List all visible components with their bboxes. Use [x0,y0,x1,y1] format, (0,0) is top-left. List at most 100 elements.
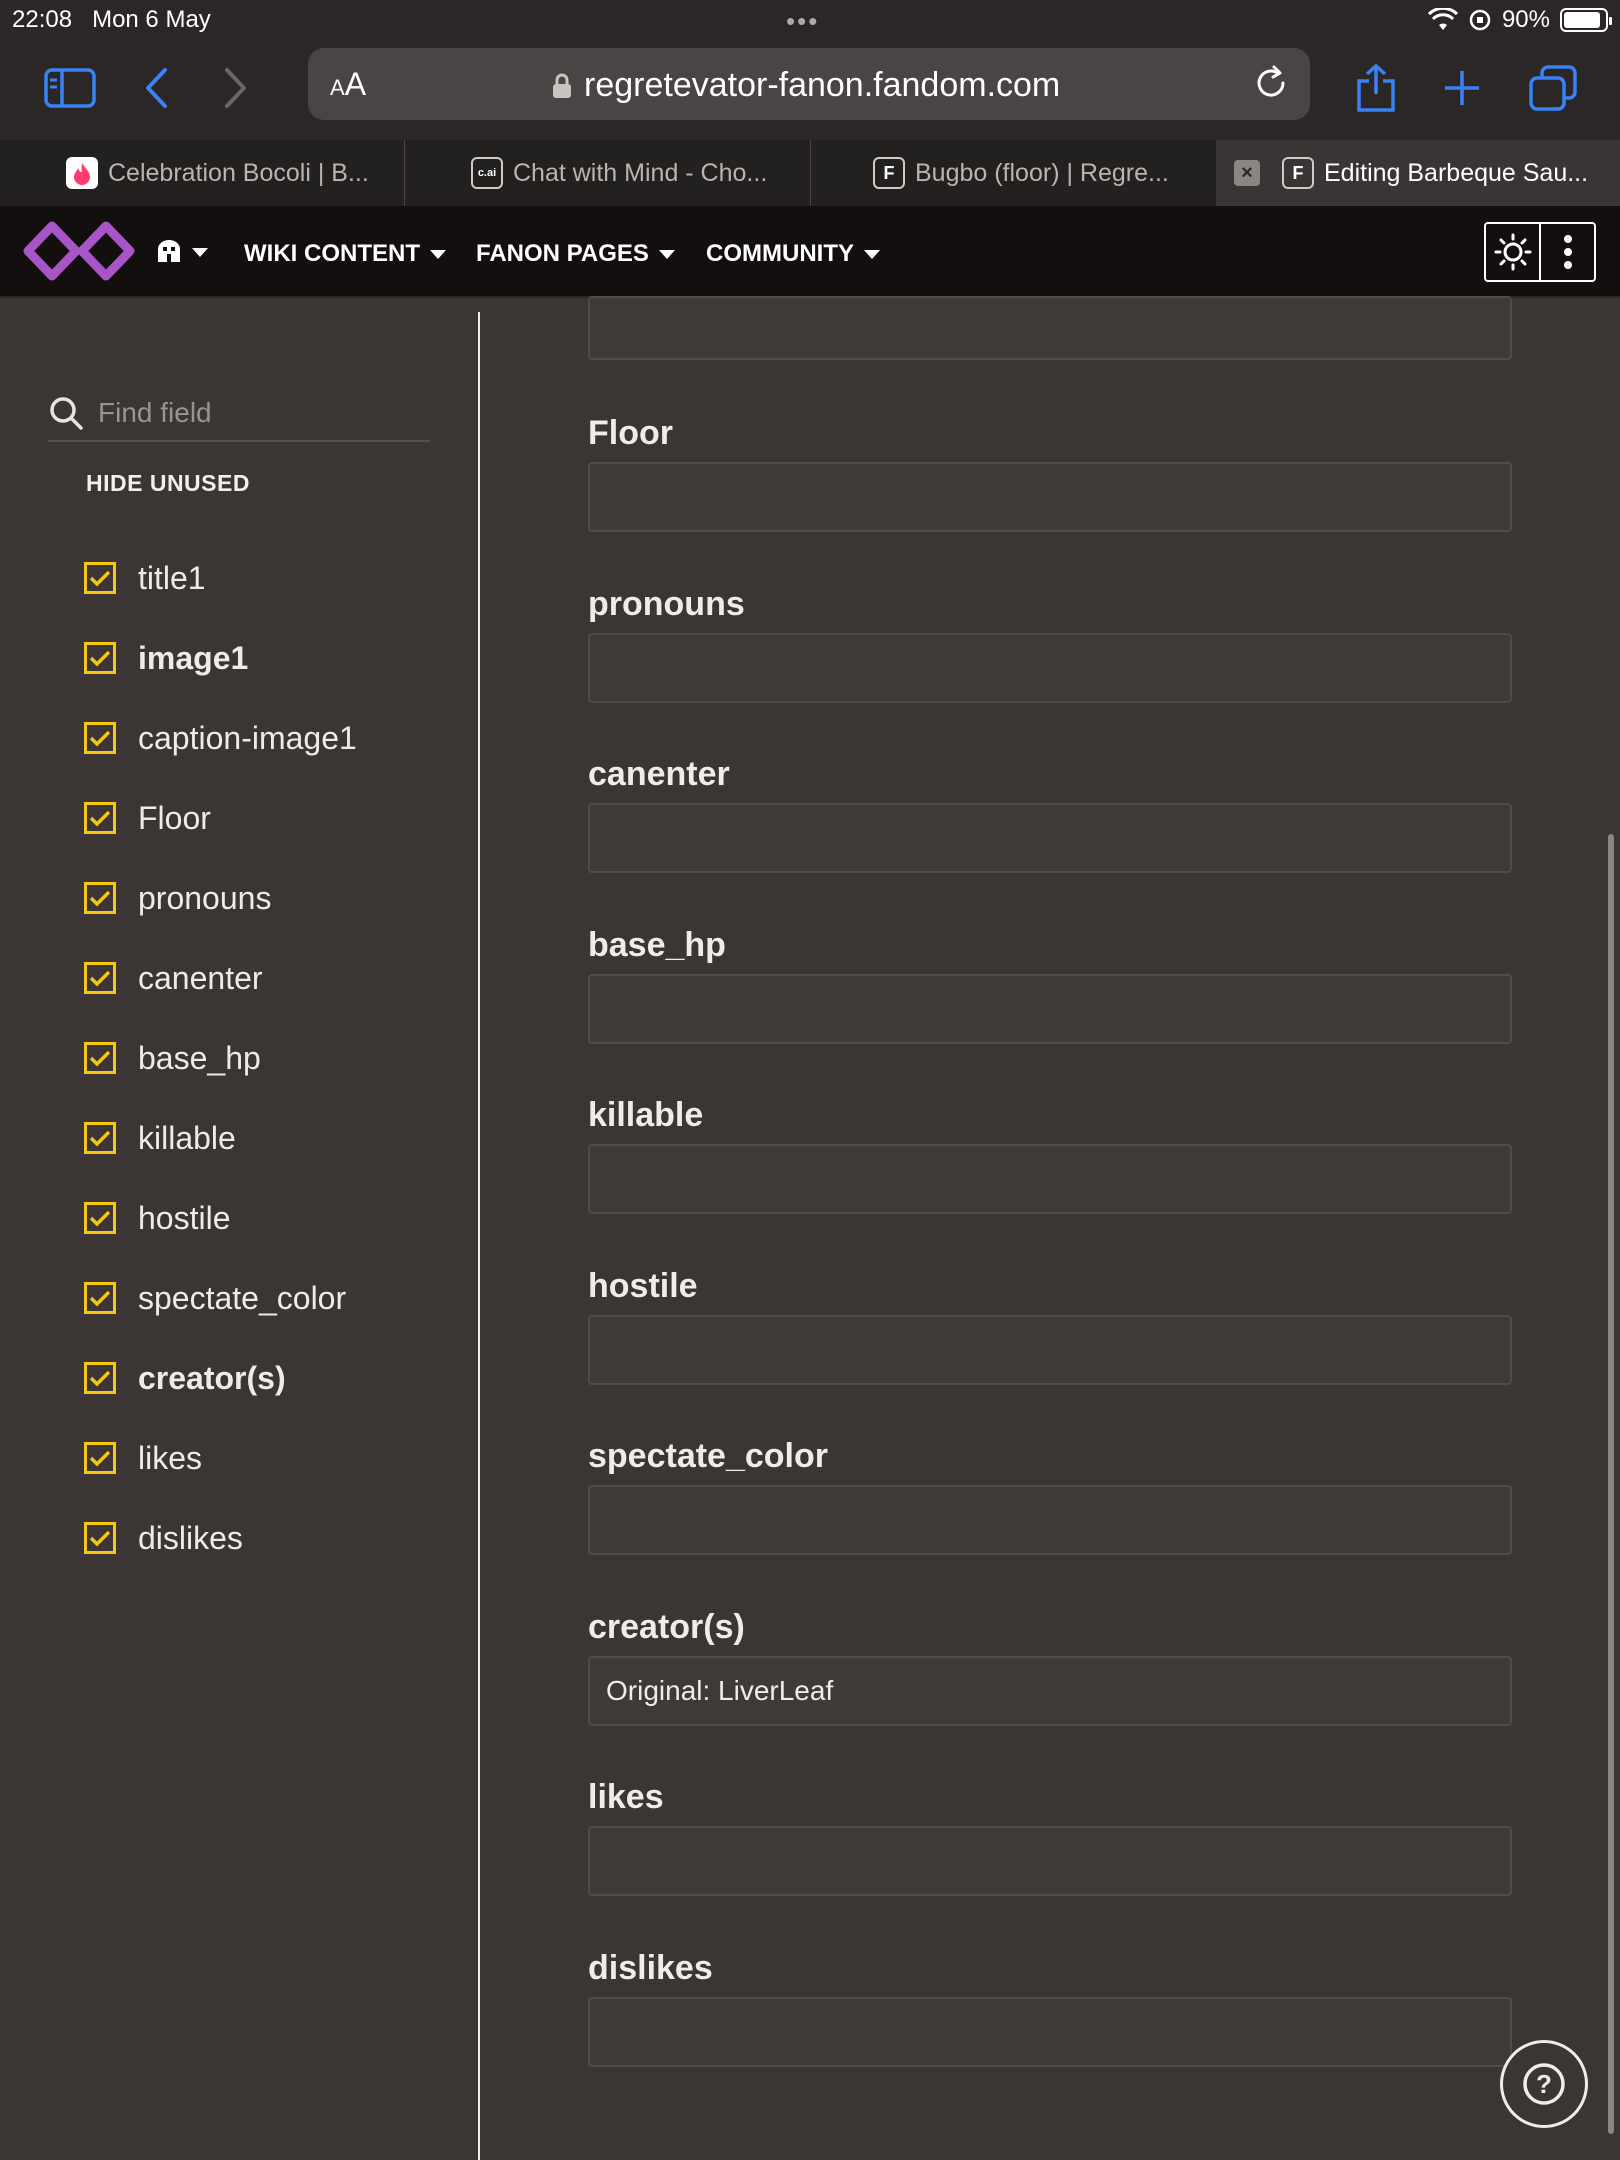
field-toggle-title1[interactable]: title1 [84,538,357,618]
theme-toggle-button[interactable] [1486,224,1539,280]
field-toggle-label: spectate_color [138,1279,347,1316]
field-toggle-image1[interactable]: image1 [84,618,357,698]
field-toggle-base-hp[interactable]: base_hp [84,1018,357,1098]
chevron-down-icon [192,247,208,257]
tab-chat-with-mind[interactable]: c.ai Chat with Mind - Cho... [405,140,810,206]
more-options-button[interactable] [1539,224,1594,280]
forward-button[interactable] [218,58,254,118]
field-toggle-likes[interactable]: likes [84,1418,357,1498]
field-toggle-label: pronouns [138,879,272,916]
form-input-killable[interactable] [588,1144,1512,1214]
form-label-spectate-color: spectate_color [588,1437,828,1475]
explore-menu[interactable] [156,240,208,264]
form-label-pronouns: pronouns [588,584,745,623]
nav-community[interactable]: COMMUNITY [706,240,880,268]
tab-editing-barbeque-sauce[interactable]: × F Editing Barbeque Sau... [1216,140,1620,206]
sun-icon [1494,233,1531,271]
back-button[interactable] [138,58,174,118]
checkbox-checked-icon[interactable] [84,962,116,994]
checkbox-checked-icon[interactable] [84,882,116,914]
search-icon [50,397,83,430]
form-label-floor: Floor [588,414,673,452]
field-toggle-label: dislikes [138,1519,243,1556]
form-input-creator-s[interactable]: Original: LiverLeaf [588,1655,1512,1726]
form-input-hostile[interactable] [588,1314,1512,1385]
checkbox-checked-icon[interactable] [84,722,116,754]
close-tab-icon[interactable]: × [1234,160,1260,186]
field-toggle-spectate-color[interactable]: spectate_color [84,1258,357,1338]
form-input-partial[interactable] [588,296,1512,360]
field-toggle-hostile[interactable]: hostile [84,1178,357,1258]
form-input-dislikes[interactable] [588,1996,1512,2067]
form-input-base-hp[interactable] [588,973,1512,1044]
form-label-base-hp: base_hp [588,925,726,964]
find-field-search [48,386,430,442]
hide-unused-button[interactable]: HIDE UNUSED [86,470,250,497]
form-input-pronouns[interactable] [588,632,1512,703]
field-toggle-creator-s[interactable]: creator(s) [84,1338,357,1418]
character-ai-icon: c.ai [471,157,503,189]
find-field-input[interactable] [98,397,418,429]
sidebar-toggle-button[interactable] [42,58,98,118]
form-input-canenter[interactable] [588,803,1512,873]
tab-bugbo-floor[interactable]: F Bugbo (floor) | Regre... [811,140,1216,206]
checkbox-checked-icon[interactable] [84,1282,116,1314]
new-tab-button[interactable] [1440,58,1484,118]
nav-fanon-pages[interactable]: FANON PAGES [476,240,675,268]
field-toggle-label: title1 [138,559,206,596]
field-toggle-label: caption-image1 [138,719,357,756]
checkbox-checked-icon[interactable] [84,642,116,674]
explore-icon [158,240,180,262]
field-toggle-label: canenter [138,959,263,996]
field-toggle-canenter[interactable]: canenter [84,938,357,1018]
checkbox-checked-icon[interactable] [84,1522,116,1554]
field-toggle-label: base_hp [138,1039,261,1076]
reader-options-button[interactable]: AA [330,66,366,103]
form-input-spectate-color[interactable] [588,1485,1512,1555]
help-button[interactable]: ? [1500,2040,1588,2128]
field-toggle-floor[interactable]: Floor [84,778,357,858]
form-input-likes[interactable] [588,1826,1512,1896]
checkbox-checked-icon[interactable] [84,1362,116,1394]
field-toggle-killable[interactable]: killable [84,1098,357,1178]
reload-button[interactable] [1250,62,1292,109]
share-button[interactable] [1354,58,1398,118]
checkbox-checked-icon[interactable] [84,1202,116,1234]
infinity-logo-icon [23,221,135,281]
checkbox-checked-icon[interactable] [84,1122,116,1154]
wiki-logo[interactable] [22,220,136,287]
wifi-icon [1427,8,1458,30]
multitasking-dots-icon[interactable]: ••• [786,6,819,37]
address-bar[interactable]: AA regretevator-fanon.fandom.com [308,48,1310,120]
share-icon [1357,63,1395,112]
status-bar: 22:08 Mon 6 May ••• 90% [0,0,1620,40]
chevron-down-icon [429,249,446,259]
status-time: 22:08 Mon 6 May [12,6,211,33]
page-scrollbar[interactable] [1608,834,1614,2134]
sidebar-icon [44,68,96,108]
checkbox-checked-icon[interactable] [84,562,116,594]
field-toggle-pronouns[interactable]: pronouns [84,858,357,938]
form-label-creator-s: creator(s) [588,1607,745,1646]
tab-celebration-bocoli[interactable]: Celebration Bocoli | B... [0,140,404,206]
checkbox-checked-icon[interactable] [84,802,116,834]
tinder-icon [66,157,98,189]
field-toggle-caption-image1[interactable]: caption-image1 [84,698,357,778]
form-label-canenter: canenter [588,755,730,793]
field-toggle-label: likes [138,1439,203,1476]
orientation-lock-icon [1469,9,1491,31]
wiki-navigation: WIKI CONTENT FANON PAGES COMMUNITY [0,206,1620,298]
url-text: regretevator-fanon.fandom.com [584,66,1061,104]
field-toggle-dislikes[interactable]: dislikes [84,1498,357,1578]
checkbox-checked-icon[interactable] [84,1442,116,1474]
url-display[interactable]: regretevator-fanon.fandom.com [552,66,1060,105]
lock-icon [553,73,571,98]
tab-strip: Celebration Bocoli | B... c.ai Chat with… [0,140,1620,206]
form-input-floor[interactable] [588,462,1512,532]
chevron-down-icon [658,249,675,259]
nav-wiki-content[interactable]: WIKI CONTENT [244,240,446,268]
chevron-down-icon [863,249,880,259]
form-label-hostile: hostile [588,1266,698,1305]
tab-overview-button[interactable] [1528,58,1578,118]
checkbox-checked-icon[interactable] [84,1042,116,1074]
